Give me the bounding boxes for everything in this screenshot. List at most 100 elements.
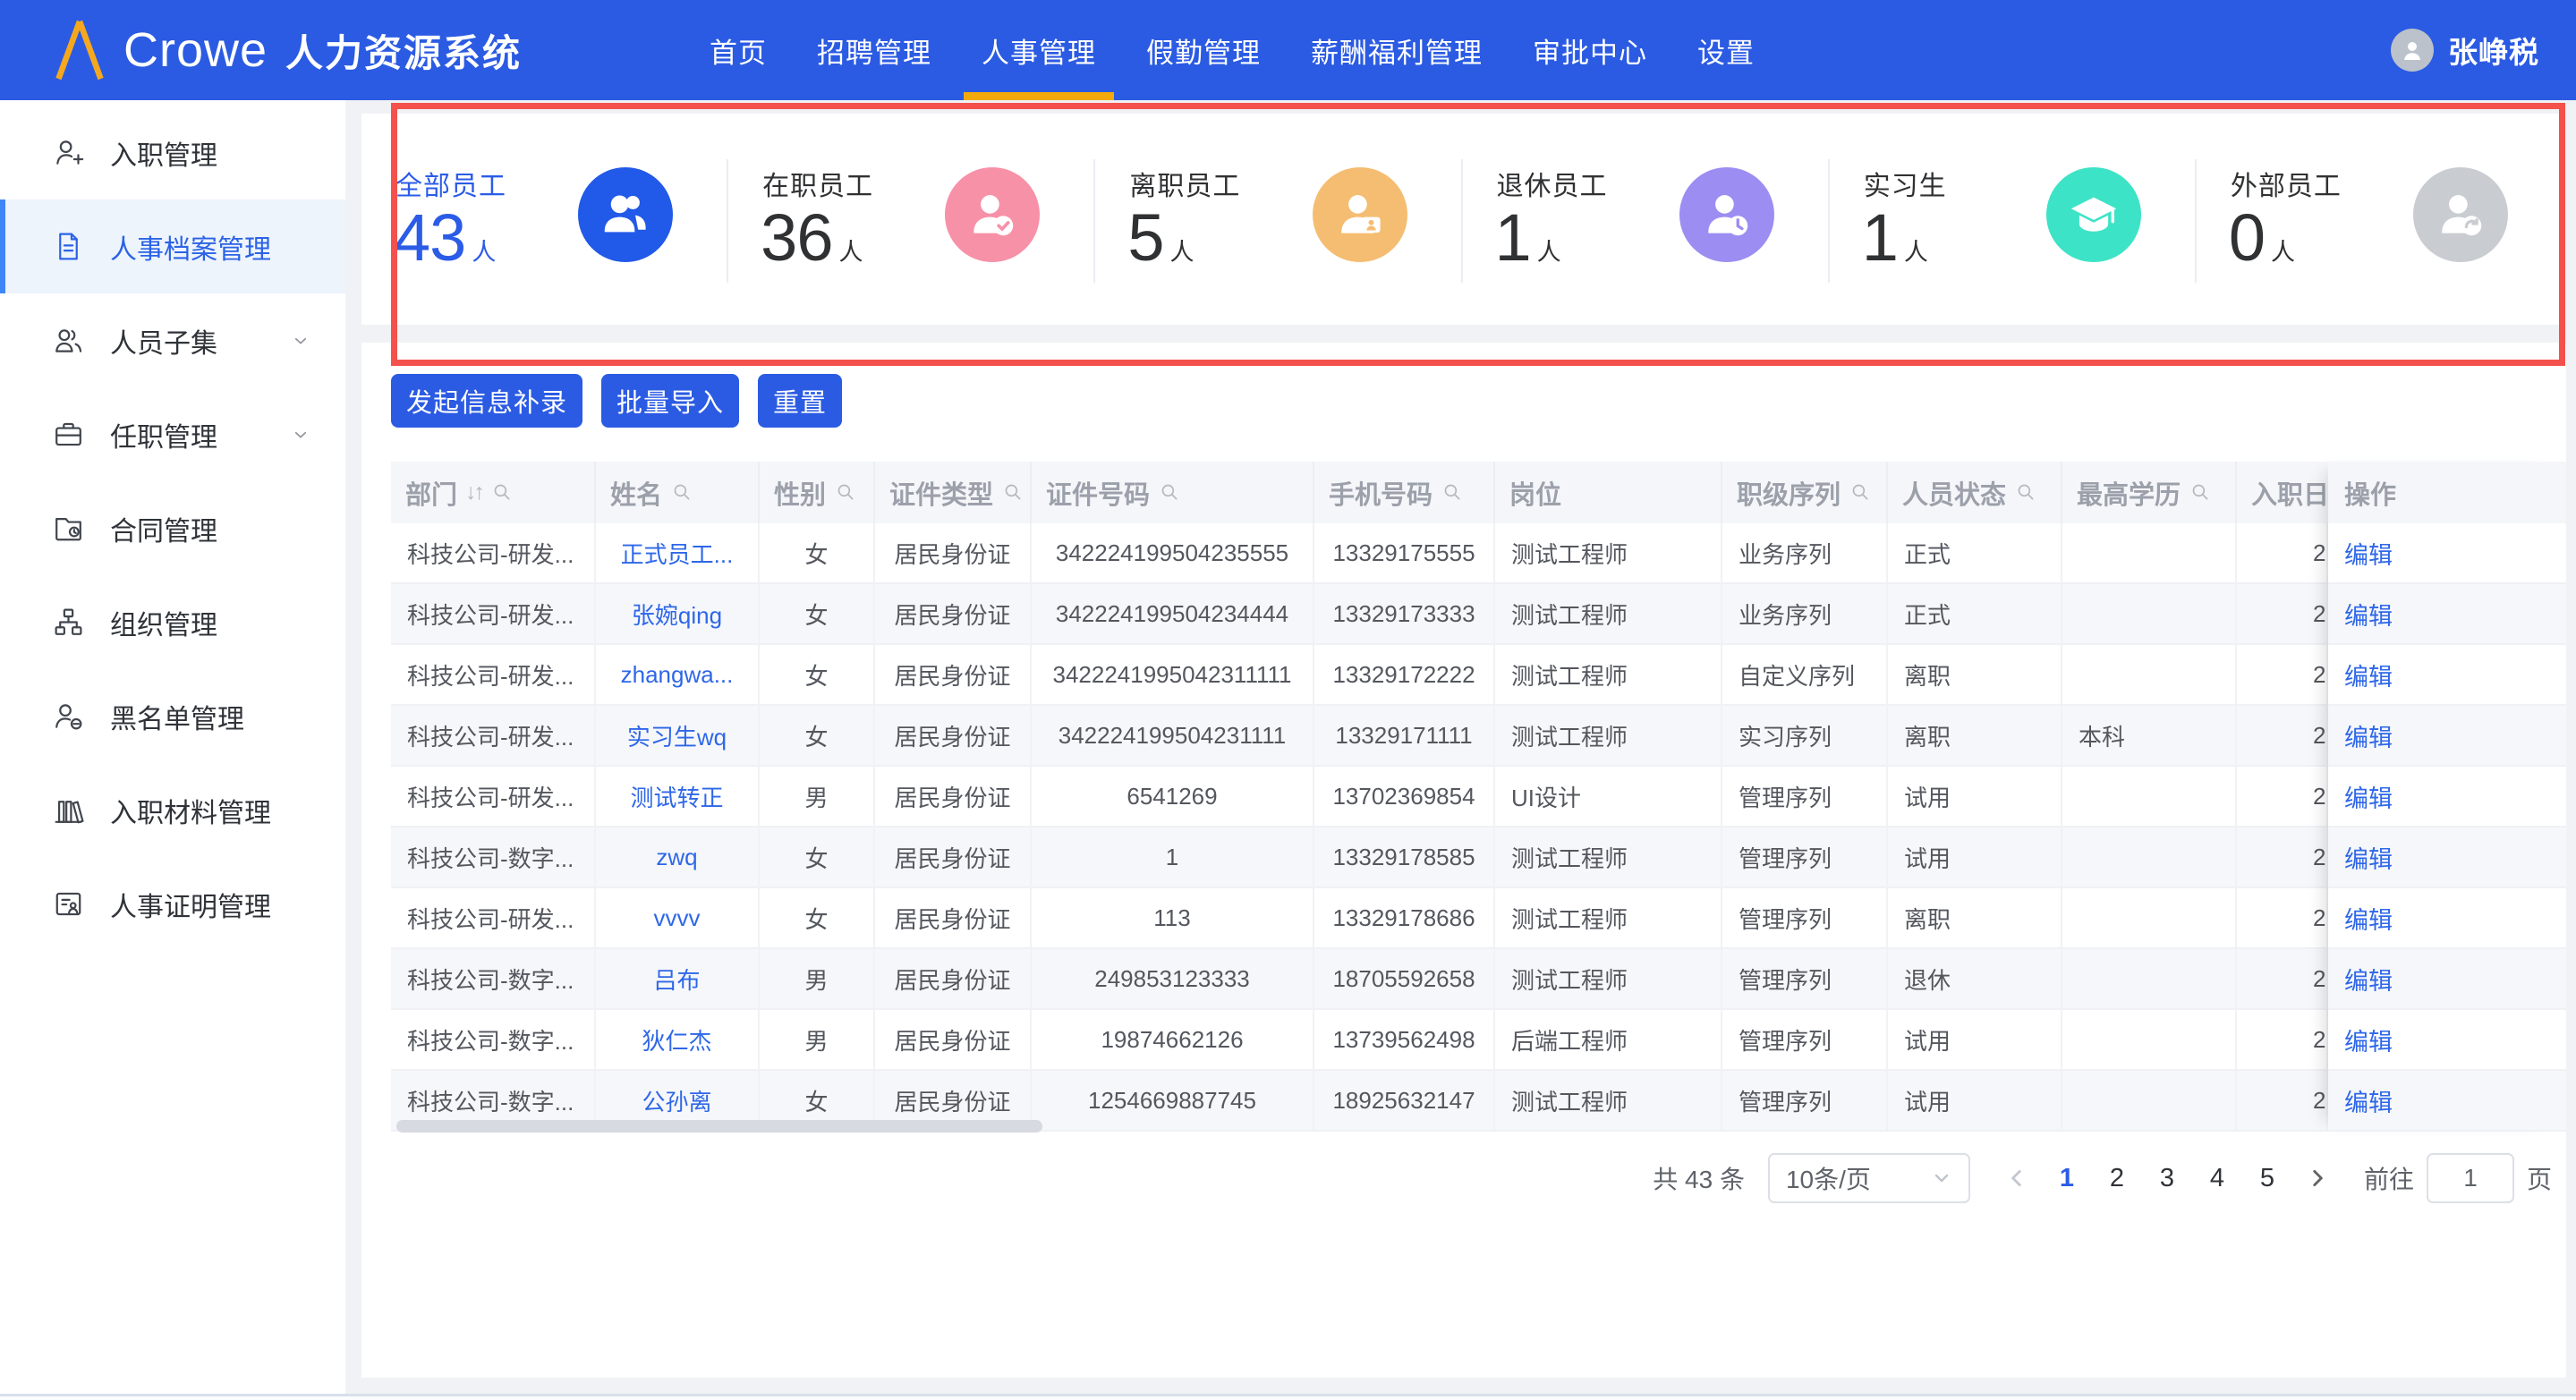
cell-id_type: 居民身份证 [875, 888, 1032, 947]
search-icon[interactable] [490, 480, 514, 505]
user-avatar [2391, 29, 2434, 72]
scrollbar-thumb[interactable] [396, 1120, 1042, 1133]
employee-name-link[interactable]: zhangwa... [621, 661, 734, 689]
person-add-icon [56, 140, 84, 165]
nav-item-5[interactable]: 薪酬福利管理 [1286, 0, 1508, 100]
employee-name-link[interactable]: vvvv [654, 904, 701, 932]
user-name: 张峥税 [2448, 36, 2539, 69]
nav-item-7[interactable]: 设置 [1672, 0, 1780, 100]
nav-item-1[interactable]: 首页 [684, 0, 792, 100]
sidebar: 入职管理 人事档案管理 人员子集 任职管理 合同管理 组织管理 黑名单管理 入职材料管理人事证… [0, 100, 345, 1394]
user-check-icon [945, 167, 1041, 262]
sidebar-item-5[interactable]: 合同管理 [0, 481, 345, 575]
employee-table-card: 发起信息补录 批量导入 重置 部门 ↓↑ 姓名 性别 证件类型 证件号码 手机号码 岗位 职级序列 人… [361, 343, 2566, 1378]
edit-link[interactable]: 编辑 [2344, 597, 2393, 632]
next-page-button[interactable] [2294, 1167, 2341, 1190]
employee-name-link[interactable]: 吕布 [653, 963, 700, 996]
cell-education [2062, 1010, 2237, 1069]
nav-item-6[interactable]: 审批中心 [1508, 0, 1672, 100]
stat-value: 36 人 [761, 200, 863, 275]
cell-rank: 自定义序列 [1722, 645, 1888, 704]
sidebar-item-label: 人事证明管理 [110, 892, 271, 922]
edit-link[interactable]: 编辑 [2344, 779, 2393, 814]
stat-card-1[interactable]: 全部员工 43 人 [361, 114, 729, 325]
employee-name-link[interactable]: zwq [656, 844, 697, 871]
cell-status: 试用 [1888, 1010, 2062, 1069]
page-number-1[interactable]: 1 [2044, 1164, 2090, 1193]
sidebar-item-6[interactable]: 组织管理 [0, 575, 345, 669]
nav-item-2[interactable]: 招聘管理 [792, 0, 956, 100]
edit-link[interactable]: 编辑 [2344, 1083, 2393, 1118]
nav-item-3[interactable]: 人事管理 [956, 0, 1121, 100]
edit-link[interactable]: 编辑 [2344, 718, 2393, 753]
briefcase-icon [55, 422, 81, 446]
cell-id_number: 342224199504235555 [1032, 523, 1314, 582]
edit-link[interactable]: 编辑 [2344, 1022, 2393, 1057]
stat-label: 退休员工 [1496, 172, 1608, 201]
cell-id_type: 居民身份证 [875, 767, 1032, 826]
sidebar-item-3[interactable]: 人员子集 [0, 293, 345, 387]
search-icon[interactable] [834, 480, 858, 505]
cell-status: 离职 [1888, 645, 2062, 704]
cell-gender: 男 [760, 1010, 875, 1069]
employee-table: 部门 ↓↑ 姓名 性别 证件类型 证件号码 手机号码 岗位 职级序列 人员状态 最高学历 入职日期 科… [391, 462, 2566, 1132]
goto-page-input[interactable] [2426, 1153, 2514, 1203]
sort-icon[interactable]: ↓↑ [465, 479, 485, 505]
edit-link[interactable]: 编辑 [2344, 840, 2393, 875]
stat-card-2[interactable]: 在职员工 36 人 [728, 114, 1096, 325]
employee-name-link[interactable]: 公孙离 [642, 1084, 711, 1117]
search-icon[interactable] [2014, 480, 2038, 505]
column-header-education: 最高学历 [2062, 462, 2237, 523]
sidebar-item-4[interactable]: 任职管理 [0, 387, 345, 481]
cell-dept: 科技公司-数字... [391, 827, 596, 887]
cell-name: 正式员工... [596, 523, 760, 582]
cell-status: 离职 [1888, 888, 2062, 947]
edit-link[interactable]: 编辑 [2344, 658, 2393, 692]
toolbar-button-2[interactable]: 批量导入 [601, 374, 740, 428]
stat-card-6[interactable]: 外部员工 0 人 [2197, 114, 2563, 325]
horizontal-scrollbar[interactable] [396, 1120, 2537, 1133]
cell-position: 测试工程师 [1495, 888, 1722, 947]
cell-position: 测试工程师 [1495, 706, 1722, 765]
edit-link[interactable]: 编辑 [2344, 901, 2393, 936]
stat-card-3[interactable]: 离职员工 5 人 [1095, 114, 1463, 325]
sidebar-item-2[interactable]: 人事档案管理 [0, 199, 345, 293]
employee-name-link[interactable]: 实习生wq [627, 719, 727, 752]
stat-value: 1人 [1494, 200, 1561, 275]
stat-card-5[interactable]: 实习生 1 人 [1830, 114, 2198, 325]
search-icon[interactable] [1849, 480, 1873, 505]
cell-status: 正式 [1888, 523, 2062, 582]
edit-link[interactable]: 编辑 [2344, 536, 2393, 571]
cell-position: 测试工程师 [1495, 949, 1722, 1008]
search-icon[interactable] [1441, 480, 1465, 505]
cell-phone: 13329172222 [1314, 645, 1495, 704]
prev-page-button[interactable] [1994, 1167, 2040, 1190]
page-number-4[interactable]: 4 [2194, 1164, 2240, 1193]
cell-education [2062, 584, 2237, 643]
sidebar-item-8[interactable]: 入职材料管理 [0, 763, 345, 857]
chevron-down-icon [294, 431, 307, 437]
cell-hire_date: 2 [2237, 767, 2328, 826]
search-icon[interactable] [670, 480, 694, 505]
sidebar-item-9[interactable]: 人事证明管理 [0, 857, 345, 951]
sidebar-item-1[interactable]: 入职管理 [0, 106, 345, 199]
search-icon[interactable] [1158, 480, 1182, 505]
stat-label: 在职员工 [762, 172, 874, 201]
edit-link[interactable]: 编辑 [2344, 962, 2393, 997]
toolbar-button-1[interactable]: 发起信息补录 [391, 374, 583, 428]
toolbar-button-3[interactable]: 重置 [758, 374, 843, 428]
employee-name-link[interactable]: 测试转正 [630, 780, 723, 813]
stat-card-4[interactable]: 退休员工 1 人 [1463, 114, 1830, 325]
employee-name-link[interactable]: 正式员工... [621, 537, 734, 570]
user-menu[interactable]: 张峥税 [2391, 0, 2539, 100]
search-icon[interactable] [2189, 480, 2213, 505]
page-number-2[interactable]: 2 [2094, 1164, 2140, 1193]
employee-name-link[interactable]: 张婉qing [632, 598, 722, 631]
sidebar-item-7[interactable]: 黑名单管理 [0, 669, 345, 763]
search-icon[interactable] [1001, 480, 1025, 505]
page-number-3[interactable]: 3 [2144, 1164, 2190, 1193]
page-number-5[interactable]: 5 [2244, 1164, 2291, 1193]
employee-name-link[interactable]: 狄仁杰 [642, 1023, 711, 1056]
page-size-select[interactable]: 10条/页 [1767, 1153, 1970, 1203]
nav-item-4[interactable]: 假勤管理 [1121, 0, 1286, 100]
